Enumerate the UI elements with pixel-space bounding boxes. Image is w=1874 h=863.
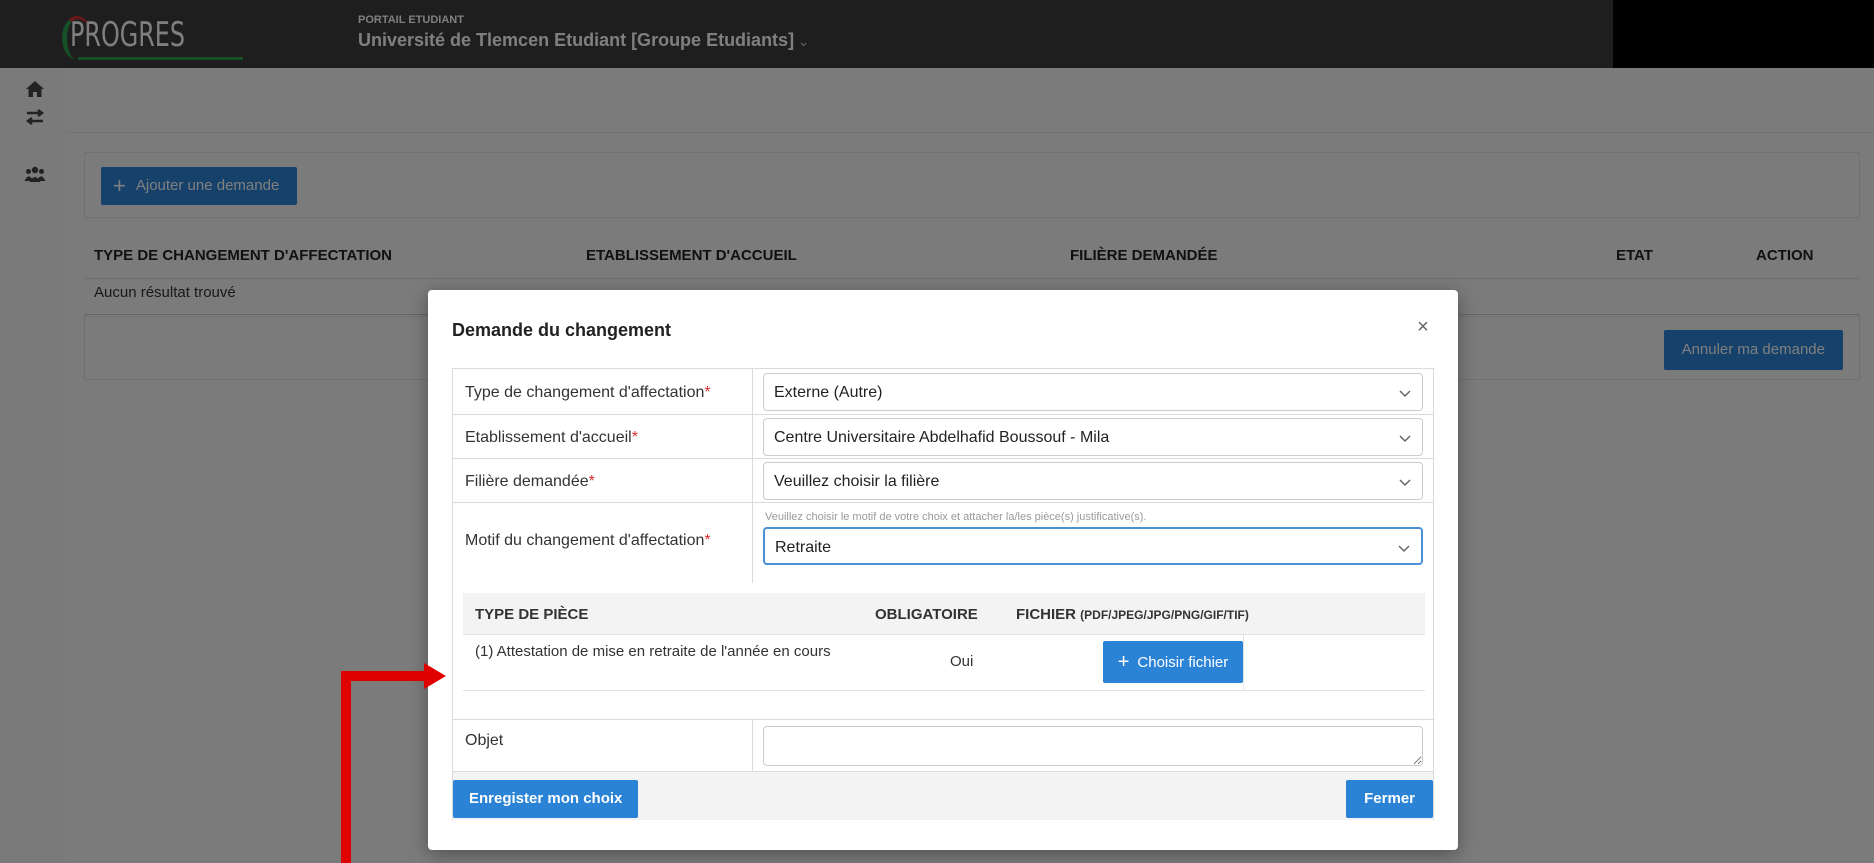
- motif-label: Motif du changement d'affectation*: [465, 532, 711, 549]
- objet-label: Objet: [465, 732, 504, 749]
- request-form: Type de changement d'affectation* Extern…: [452, 368, 1434, 820]
- modal-title: Demande du changement: [452, 320, 672, 340]
- piece-obligatoire-value: Oui: [950, 653, 974, 670]
- type-select[interactable]: Externe (Autre): [763, 373, 1423, 411]
- objet-textarea[interactable]: [763, 726, 1423, 766]
- close-icon[interactable]: ×: [1412, 316, 1434, 338]
- form-row-etablissement: Etablissement d'accueil* Centre Universi…: [453, 415, 1433, 459]
- motif-select[interactable]: Retraite: [763, 527, 1423, 565]
- filiere-label: Filière demandée*: [465, 473, 595, 490]
- etablissement-select-value: Centre Universitaire Abdelhafid Boussouf…: [774, 429, 1110, 446]
- col-obligatoire: OBLIGATOIRE: [875, 606, 978, 623]
- type-label: Type de changement d'affectation*: [465, 384, 711, 401]
- col-type-piece: TYPE DE PIÈCE: [475, 606, 589, 623]
- etablissement-select[interactable]: Centre Universitaire Abdelhafid Boussouf…: [763, 418, 1423, 456]
- pieces-table-header: TYPE DE PIÈCE OBLIGATOIRE FICHIER (PDF/J…: [463, 593, 1425, 635]
- filiere-select[interactable]: Veuillez choisir la filière: [763, 462, 1423, 500]
- motif-select-value: Retraite: [775, 539, 832, 556]
- form-row-filiere: Filière demandée* Veuillez choisir la fi…: [453, 459, 1433, 503]
- piece-type-text: (1) Attestation de mise en retraite de l…: [475, 643, 831, 660]
- annotation-arrow-arm: [341, 671, 427, 681]
- filiere-select-value: Veuillez choisir la filière: [774, 473, 940, 490]
- choose-file-label: Choisir fichier: [1137, 653, 1229, 671]
- choose-file-button[interactable]: + Choisir fichier: [1103, 641, 1243, 683]
- form-row-type: Type de changement d'affectation* Extern…: [453, 369, 1433, 415]
- annotation-arrow-shaft: [341, 676, 351, 863]
- type-select-value: Externe (Autre): [774, 384, 883, 401]
- table-row: (1) Attestation de mise en retraite de l…: [463, 635, 1425, 691]
- chevron-down-icon: [1399, 390, 1411, 398]
- col-fichier: FICHIER (PDF/JPEG/JPG/PNG/GIF/TIF): [1016, 606, 1249, 623]
- save-choice-button[interactable]: Enregister mon choix: [453, 780, 639, 818]
- chevron-down-icon: [1399, 479, 1411, 487]
- chevron-down-icon: [1398, 545, 1410, 553]
- modal-footer: Enregister mon choix Fermer: [453, 772, 1433, 820]
- chevron-down-icon: [1399, 435, 1411, 443]
- close-button[interactable]: Fermer: [1346, 780, 1433, 818]
- annotation-arrow-icon: [424, 663, 446, 689]
- plus-icon: +: [1117, 650, 1130, 673]
- motif-hint: Veuillez choisir le motif de votre choix…: [765, 511, 1147, 523]
- etablissement-label: Etablissement d'accueil*: [465, 429, 638, 446]
- form-row-objet: Objet: [453, 719, 1433, 772]
- change-request-modal: Demande du changement × Type de changeme…: [428, 290, 1458, 850]
